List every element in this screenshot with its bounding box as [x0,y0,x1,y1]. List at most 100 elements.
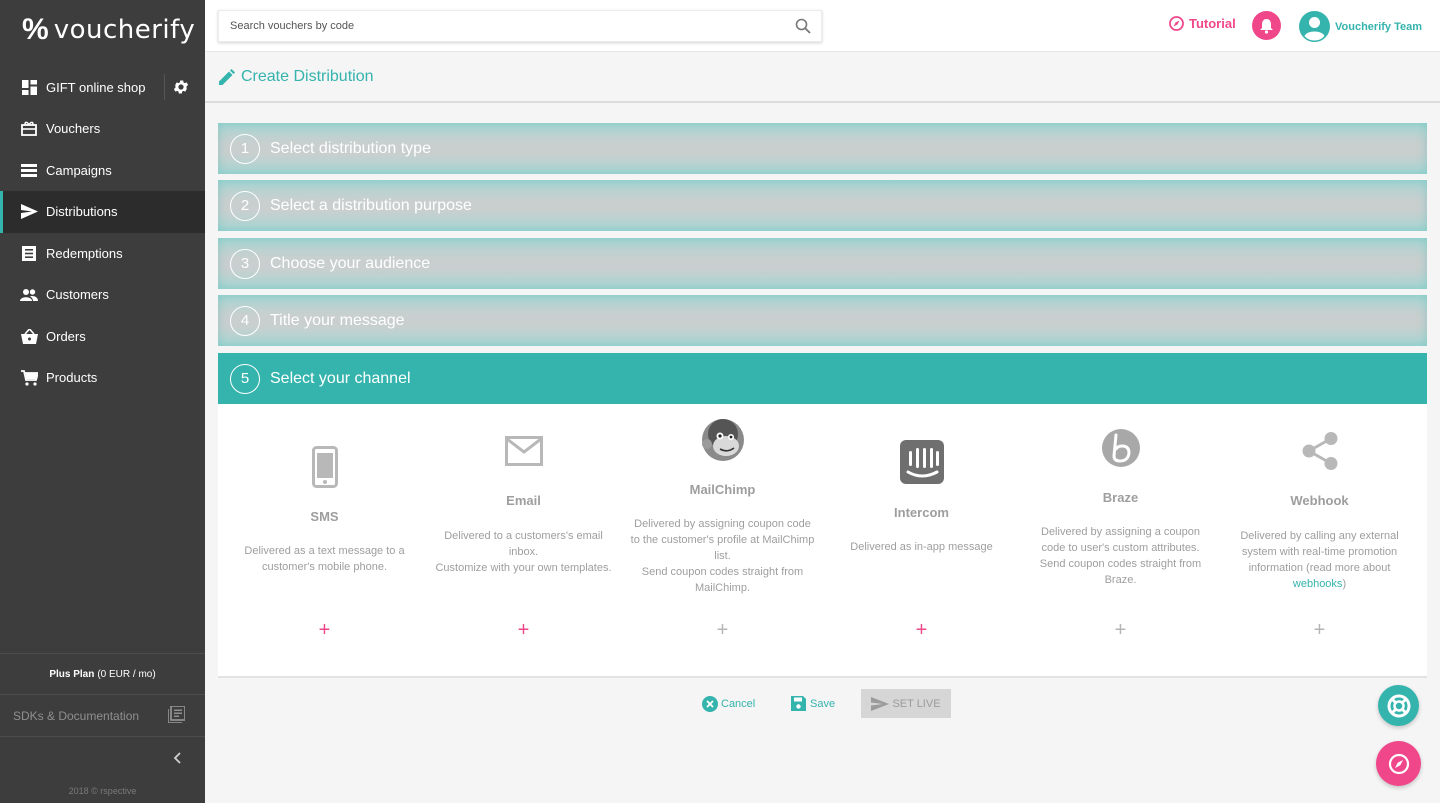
channel-description: Delivered by assigning coupon code to th… [630,518,815,594]
channel-braze[interactable]: Braze Delivered by assigning a coupon co… [1020,404,1221,678]
add-channel-webhook-button[interactable]: + [1310,620,1330,640]
step-label: Title your message [270,311,405,329]
sidebar-item-label: Customers [46,287,109,303]
sidebar-item-orders[interactable]: Orders [0,316,205,358]
channel-name: Intercom [894,505,949,520]
help-button[interactable] [1378,685,1419,726]
cancel-label: Cancel [721,698,756,710]
user-menu[interactable]: Voucherify Team [1299,11,1422,42]
tutorial-label: Tutorial [1189,16,1236,31]
notifications-button[interactable] [1252,11,1281,40]
plan-name: Plus Plan [49,668,95,680]
webhook-desc-text: Delivered by calling any external system… [1240,530,1399,574]
team-name: Voucherify Team [1335,20,1423,33]
sdk-docs-label: SDKs & Documentation [13,708,140,723]
channel-name: Email [506,493,541,508]
step-select-distribution-purpose[interactable]: 2 Select a distribution purpose [218,180,1427,231]
sidebar-item-campaigns[interactable]: Campaigns [0,150,205,192]
collapse-sidebar-button[interactable] [170,745,184,771]
mailchimp-icon [700,416,746,469]
voucherify-logo[interactable]: % voucherify [0,0,205,60]
send-icon [20,203,38,221]
channel-description: Delivered by calling any external system… [1227,528,1412,592]
step-label: Select distribution type [270,139,431,157]
project-name: GIFT online shop [46,79,146,95]
add-channel-braze-button[interactable]: + [1111,620,1131,640]
channel-description: Delivered as in-app message [850,541,993,553]
sidebar-item-label: Vouchers [46,121,101,137]
basket-icon [20,327,38,345]
page-header: Create Distribution [205,52,1440,103]
step-number: 1 [230,133,260,164]
cancel-button[interactable]: Cancel [702,689,755,719]
sidebar-nav: Vouchers Campaigns Distributions Redempt… [0,108,205,399]
sidebar-item-label: Campaigns [46,162,112,178]
sidebar-item-label: Distributions [46,204,118,220]
gift-icon [20,120,38,138]
step-number: 5 [230,363,260,394]
send-icon [871,696,890,711]
intercom-icon [899,440,944,489]
search-box [218,10,822,42]
step-select-channel[interactable]: 5 Select your channel [218,353,1427,404]
search-input[interactable] [219,11,779,41]
webhook-desc-close: ) [1342,578,1347,590]
email-icon [504,436,543,471]
channel-name: Webhook [1290,493,1349,508]
cart-icon [20,369,38,387]
channel-name: SMS [310,509,339,524]
project-switcher[interactable]: GIFT online shop [0,66,205,108]
channel-description: Delivered to a customers's email inbox. … [435,530,612,574]
share-icon [1302,432,1338,475]
avatar [1299,11,1330,42]
step-select-distribution-type[interactable]: 1 Select distribution type [218,123,1427,174]
channel-intercom[interactable]: Intercom Delivered as in-app message + [821,404,1022,678]
divider [164,74,165,100]
copyright: 2018 © rspective [68,786,137,796]
compass-icon [1388,753,1409,774]
channel-mailchimp[interactable]: MailChimp Delivered by assigning coupon … [622,404,823,678]
save-button[interactable]: Save [791,689,835,719]
step-title-message[interactable]: 4 Title your message [218,295,1427,346]
save-icon [791,696,807,712]
sidebar-item-distributions[interactable]: Distributions [0,191,205,233]
library-books-icon [167,704,186,726]
sidebar-item-label: Products [46,370,98,386]
channel-email[interactable]: Email Delivered to a customers's email i… [423,404,624,678]
set-live-label: SET LIVE [892,697,941,710]
sidebar-item-redemptions[interactable]: Redemptions [0,233,205,275]
cancel-icon [702,696,718,712]
braze-icon [1101,428,1141,473]
main-content: 1 Select distribution type 2 Select a di… [205,103,1440,803]
step-number: 2 [230,190,260,221]
add-channel-sms-button[interactable]: + [315,620,335,640]
tour-button[interactable] [1376,741,1421,786]
chevron-left-icon [173,752,181,764]
bell-icon [1260,18,1273,34]
add-channel-intercom-button[interactable]: + [912,620,932,640]
gear-icon[interactable] [171,77,191,97]
search-icon[interactable] [795,18,811,34]
channel-name: MailChimp [689,482,756,497]
step-label: Select a distribution purpose [270,196,472,214]
sidebar-item-vouchers[interactable]: Vouchers [0,108,205,150]
pencil-icon [219,68,235,85]
people-icon [20,286,38,304]
channel-sms[interactable]: SMS Delivered as a text message to a cus… [224,404,425,678]
webhooks-link[interactable]: webhooks [1293,578,1343,590]
step-choose-audience[interactable]: 3 Choose your audience [218,238,1427,289]
set-live-button[interactable]: SET LIVE [861,689,951,718]
channel-webhook[interactable]: Webhook Delivered by calling any externa… [1219,404,1420,678]
list-icon [20,161,38,179]
tutorial-link[interactable]: Tutorial [1169,16,1236,31]
add-channel-email-button[interactable]: + [514,620,534,640]
plan-info[interactable]: Plus Plan (0 EUR / mo) [0,653,205,695]
add-channel-mailchimp-button[interactable]: + [713,620,733,640]
logo-wordmark: voucherify [53,15,196,45]
channel-description: Delivered by assigning a coupon code to … [1039,526,1202,586]
sdk-docs-link[interactable]: SDKs & Documentation [0,695,205,737]
phone-icon [311,446,338,493]
sidebar-item-products[interactable]: Products [0,357,205,399]
sidebar-item-customers[interactable]: Customers [0,274,205,316]
channel-name: Braze [1102,490,1139,505]
